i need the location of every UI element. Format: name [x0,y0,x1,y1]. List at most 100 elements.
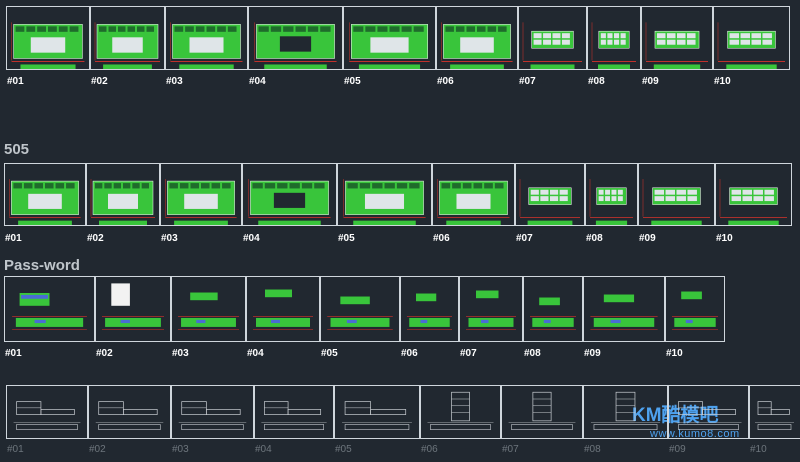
thumbnail-label: #05 [338,233,355,244]
thumbnail-label: #08 [588,76,605,87]
drawing-preview [13,401,81,430]
thumbnail-label: #03 [161,233,178,244]
drawing-preview [11,22,85,69]
drawing-preview [178,401,247,430]
thumbnail-label: #10 [750,444,767,455]
drawing-thumbnail[interactable] [248,6,343,70]
drawing-thumbnail[interactable] [641,6,713,70]
drawing-thumbnail[interactable] [518,6,587,70]
thumbnail-label: #08 [584,444,601,455]
drawing-preview [590,294,658,330]
drawing-preview [672,291,718,330]
thumbnail-label: #01 [7,444,24,455]
drawing-preview [719,179,787,225]
thumbnail-label: #04 [243,233,260,244]
drawing-preview [102,283,164,330]
drawing-thumbnail[interactable] [432,163,515,226]
thumbnail-label: #10 [666,348,683,359]
drawing-thumbnail[interactable] [171,276,246,342]
thumbnail-label: #03 [172,444,189,455]
thumbnail-label: #02 [91,76,108,87]
drawing-preview [9,179,81,225]
drawing-thumbnail[interactable] [715,163,792,226]
thumbnail-label: #07 [502,444,519,455]
drawing-thumbnail[interactable] [4,163,86,226]
thumbnail-label: #02 [89,444,106,455]
drawing-thumbnail[interactable] [320,276,400,342]
drawing-preview [90,179,155,225]
drawing-thumbnail[interactable] [171,385,254,439]
drawing-thumbnail[interactable] [86,163,160,226]
thumbnail-label: #07 [460,348,477,359]
drawing-thumbnail[interactable] [6,385,88,439]
drawing-preview [437,179,510,225]
drawing-preview [327,296,393,330]
thumbnail-label: #09 [639,233,656,244]
drawing-preview [675,401,742,430]
drawing-thumbnail[interactable] [343,6,436,70]
drawing-thumbnail[interactable] [88,385,171,439]
drawing-thumbnail[interactable] [95,276,171,342]
thumbnail-label: #05 [344,76,361,87]
drawing-preview [343,179,426,225]
drawing-thumbnail[interactable] [436,6,518,70]
drawing-preview [589,179,633,225]
drawing-preview [253,289,313,330]
drawing-preview [717,22,785,69]
drawing-preview [178,292,239,330]
drawing-preview [342,401,412,430]
thumbnail-label: #03 [172,348,189,359]
drawing-thumbnail[interactable] [4,276,95,342]
drawing-thumbnail[interactable] [459,276,523,342]
drawing-preview [254,22,337,69]
drawing-thumbnail[interactable] [334,385,420,439]
drawing-preview [407,293,452,330]
drawing-preview [349,22,430,69]
drawing-thumbnail[interactable] [337,163,432,226]
thumbnail-label: #09 [584,348,601,359]
drawing-thumbnail[interactable] [246,276,320,342]
section-title-pass-word: Pass-word [4,257,80,274]
drawing-preview [427,391,494,430]
drawing-thumbnail[interactable] [501,385,583,439]
drawing-thumbnail[interactable] [585,163,638,226]
drawing-thumbnail[interactable] [713,6,790,70]
thumbnail-label: #04 [247,348,264,359]
thumbnail-label: #07 [519,76,536,87]
drawing-thumbnail[interactable] [90,6,165,70]
drawing-thumbnail[interactable] [583,276,665,342]
thumbnail-label: #04 [255,444,272,455]
thumbnail-label: #06 [433,233,450,244]
thumbnail-label: #06 [421,444,438,455]
drawing-thumbnail[interactable] [668,385,749,439]
drawing-thumbnail[interactable] [165,6,248,70]
drawing-thumbnail[interactable] [523,276,583,342]
drawing-preview [165,179,237,225]
drawing-preview [441,22,513,69]
drawing-preview [642,179,710,225]
drawing-thumbnail[interactable] [254,385,334,439]
drawing-thumbnail[interactable] [420,385,501,439]
drawing-thumbnail[interactable] [242,163,337,226]
drawing-preview [95,401,164,430]
thumbnail-label: #02 [96,348,113,359]
thumbnail-label: #05 [321,348,338,359]
drawing-thumbnail[interactable] [665,276,725,342]
drawing-preview [12,293,87,330]
drawing-thumbnail[interactable] [400,276,459,342]
drawing-thumbnail[interactable] [160,163,242,226]
thumbnail-label: #06 [401,348,418,359]
drawing-thumbnail[interactable] [583,385,668,439]
thumbnail-label: #01 [5,348,22,359]
drawing-preview [248,179,331,225]
drawing-thumbnail[interactable] [638,163,715,226]
drawing-thumbnail[interactable] [6,6,90,70]
drawing-thumbnail[interactable] [749,385,800,439]
drawing-thumbnail[interactable] [515,163,585,226]
thumbnail-label: #09 [642,76,659,87]
drawing-canvas: 505 Pass-word KM酷模吧 www.kumo8.com #01 #02… [0,0,800,462]
drawing-preview [519,179,580,225]
thumbnail-label: #10 [714,76,731,87]
drawing-thumbnail[interactable] [587,6,641,70]
drawing-preview [508,391,576,430]
